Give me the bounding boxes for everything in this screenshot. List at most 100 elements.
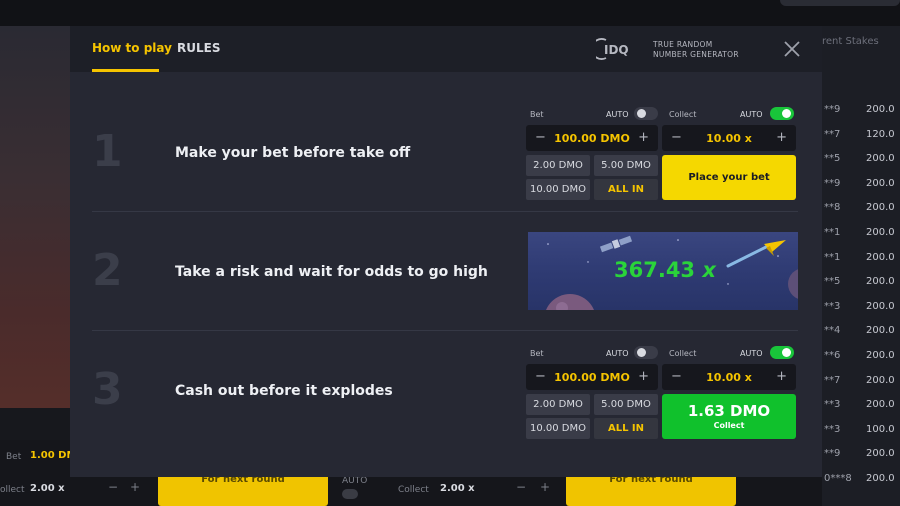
bottom-auto-label: AUTO bbox=[342, 476, 368, 486]
stakes-value: 120.0 bbox=[866, 128, 895, 140]
bet-auto-toggle[interactable] bbox=[634, 346, 658, 359]
collect-auto-label: AUTO bbox=[740, 349, 763, 358]
bet-label: Bet bbox=[530, 349, 544, 358]
stakes-row: **9 200.0 bbox=[822, 442, 900, 466]
stakes-user: **5 bbox=[824, 276, 841, 288]
stakes-user: **3 bbox=[824, 423, 841, 435]
step-divider-2 bbox=[92, 330, 798, 331]
stakes-row: **5 200.0 bbox=[822, 270, 900, 294]
stakes-value: 200.0 bbox=[866, 399, 895, 411]
bet-auto-label: AUTO bbox=[606, 110, 629, 119]
bottom-collect-label-right: Collect bbox=[398, 485, 429, 495]
step-divider-1 bbox=[92, 211, 798, 212]
bet-amount-stepper[interactable]: − 100.00 DMO + bbox=[526, 364, 658, 390]
bet-plus-button[interactable]: + bbox=[638, 369, 649, 384]
stakes-row: **5 200.0 bbox=[822, 147, 900, 171]
rocket-icon bbox=[726, 240, 786, 268]
active-tab-indicator bbox=[92, 69, 159, 72]
bottom-bet-label: Bet bbox=[6, 452, 22, 462]
game-top-bar bbox=[0, 0, 900, 26]
stakes-user: **3 bbox=[824, 300, 841, 312]
quick-bet-10[interactable]: 10.00 DMO bbox=[526, 418, 590, 439]
collect-caption: Collect bbox=[713, 421, 745, 430]
stakes-row: **6 200.0 bbox=[822, 344, 900, 368]
collect-stepper[interactable]: − 10.00 x + bbox=[662, 125, 796, 151]
quick-bet-2[interactable]: 2.00 DMO bbox=[526, 155, 590, 176]
bet-auto-toggle[interactable] bbox=[634, 107, 658, 120]
stakes-user: **8 bbox=[824, 202, 841, 214]
collect-auto-label: AUTO bbox=[740, 110, 763, 119]
tab-how-to-play[interactable]: How to play bbox=[92, 41, 172, 55]
modal-header: How to play RULES IDQ TRUE RANDOM NUMBER… bbox=[70, 26, 822, 72]
svg-text:IDQ: IDQ bbox=[604, 43, 629, 57]
stakes-value: 200.0 bbox=[866, 374, 895, 386]
stakes-row: **1 200.0 bbox=[822, 246, 900, 270]
stakes-value: 200.0 bbox=[866, 300, 895, 312]
stakes-row: **1 200.0 bbox=[822, 221, 900, 245]
collect-plus-button[interactable]: + bbox=[776, 369, 787, 384]
stakes-row: **3 200.0 bbox=[822, 295, 900, 319]
stakes-row: **9 200.0 bbox=[822, 172, 900, 196]
bottom-minus-left[interactable]: − bbox=[108, 480, 118, 494]
bottom-auto-toggle[interactable] bbox=[342, 489, 358, 499]
collect-winnings-button[interactable]: 1.63 DMO Collect bbox=[662, 394, 796, 439]
satellite-icon bbox=[599, 235, 633, 253]
multiplier-suffix: x bbox=[702, 258, 716, 282]
step-2-text: Take a risk and wait for odds to go high bbox=[175, 264, 488, 280]
stakes-row: **3 200.0 bbox=[822, 393, 900, 417]
bottom-collect-label-left: ollect bbox=[0, 485, 25, 495]
place-bet-button[interactable]: Place your bet bbox=[662, 155, 796, 200]
stakes-user: **7 bbox=[824, 128, 841, 140]
collect-label: Collect bbox=[669, 349, 697, 358]
step-3-number: 3 bbox=[92, 364, 123, 415]
bet-plus-button[interactable]: + bbox=[638, 130, 649, 145]
stakes-value: 200.0 bbox=[866, 350, 895, 361]
stakes-value: 200.0 bbox=[866, 473, 895, 484]
idq-logo: IDQ bbox=[596, 38, 629, 60]
stakes-row: **9 200.0 bbox=[822, 98, 900, 122]
bottom-plus-left[interactable]: + bbox=[130, 480, 140, 494]
all-in-button[interactable]: ALL IN bbox=[594, 418, 658, 439]
stakes-user: **6 bbox=[824, 350, 841, 361]
step-2-number: 2 bbox=[92, 245, 123, 296]
collect-amount: 1.63 DMO bbox=[687, 402, 771, 420]
stakes-user: **1 bbox=[824, 251, 841, 263]
stakes-row: **7 200.0 bbox=[822, 369, 900, 393]
quick-bet-10[interactable]: 10.00 DMO bbox=[526, 179, 590, 200]
step-1-text: Make your bet before take off bbox=[175, 145, 411, 161]
quick-bet-2[interactable]: 2.00 DMO bbox=[526, 394, 590, 415]
stakes-user: **5 bbox=[824, 153, 841, 165]
stakes-value: 200.0 bbox=[866, 177, 895, 189]
stakes-value: 200.0 bbox=[866, 153, 895, 165]
multiplier-value: 367.43 bbox=[614, 258, 696, 282]
collect-label: Collect bbox=[669, 110, 697, 119]
stakes-user: **9 bbox=[824, 177, 841, 189]
collect-auto-toggle[interactable] bbox=[770, 346, 794, 359]
quick-bet-5[interactable]: 5.00 DMO bbox=[594, 394, 658, 415]
stakes-value: 200.0 bbox=[866, 448, 895, 460]
tab-rules[interactable]: RULES bbox=[177, 41, 220, 55]
stakes-user: **3 bbox=[824, 399, 841, 411]
stakes-value: 200.0 bbox=[866, 325, 895, 337]
bottom-collect-value-left[interactable]: 2.00 x bbox=[30, 483, 65, 494]
all-in-button[interactable]: ALL IN bbox=[594, 179, 658, 200]
bet-label: Bet bbox=[530, 110, 544, 119]
bet-amount-stepper[interactable]: − 100.00 DMO + bbox=[526, 125, 658, 151]
stakes-user: **9 bbox=[824, 448, 841, 460]
collect-plus-button[interactable]: + bbox=[776, 130, 787, 145]
quick-bet-5[interactable]: 5.00 DMO bbox=[594, 155, 658, 176]
stakes-user: **7 bbox=[824, 374, 841, 386]
flight-scene: 367.43 x bbox=[528, 232, 798, 310]
collect-stepper[interactable]: − 10.00 x + bbox=[662, 364, 796, 390]
bottom-collect-value-right[interactable]: 2.00 x bbox=[440, 483, 475, 494]
stakes-row: **7 120.0 bbox=[822, 123, 900, 147]
bottom-minus-right[interactable]: − bbox=[516, 480, 526, 494]
current-stakes-header: rent Stakes bbox=[822, 36, 879, 47]
provider-line-1: TRUE RANDOM bbox=[653, 40, 713, 49]
stakes-value: 200.0 bbox=[866, 202, 895, 214]
stakes-row: 0***8 200.0 bbox=[822, 467, 900, 491]
bottom-plus-right[interactable]: + bbox=[540, 480, 550, 494]
collect-auto-toggle[interactable] bbox=[770, 107, 794, 120]
stakes-row: **8 200.0 bbox=[822, 196, 900, 220]
close-icon[interactable] bbox=[782, 39, 802, 59]
